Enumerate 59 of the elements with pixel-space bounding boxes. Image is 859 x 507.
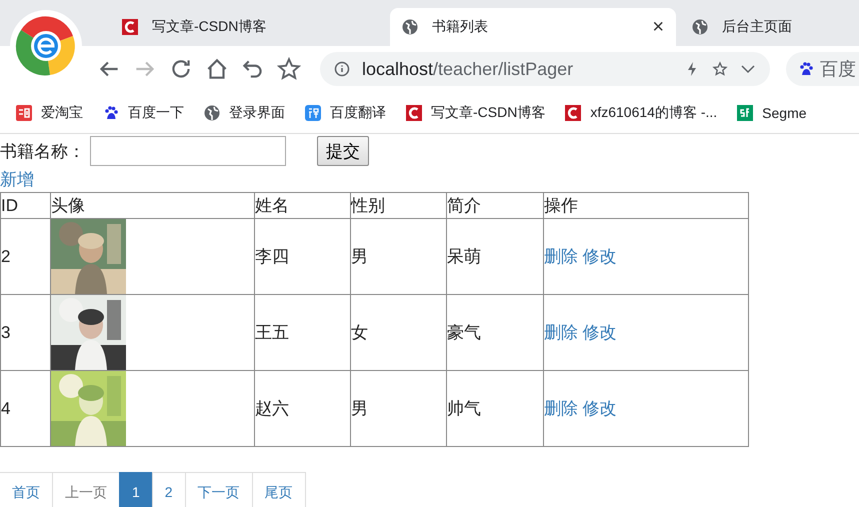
sf-logo-icon xyxy=(737,104,754,120)
field-label: 书籍名称： xyxy=(0,140,85,162)
search-box[interactable]: 百度 xyxy=(786,52,859,86)
globe-icon xyxy=(402,19,418,35)
star-icon[interactable] xyxy=(276,56,302,82)
table-cell: 呆萌 xyxy=(447,247,481,266)
c-logo-icon xyxy=(122,19,138,35)
column-header: 性别 xyxy=(351,196,385,215)
paw-icon xyxy=(798,61,814,77)
action-link[interactable]: 删除 xyxy=(544,323,578,342)
column-header: 简介 xyxy=(447,196,481,215)
table-cell: 李四 xyxy=(255,247,289,266)
paw-icon xyxy=(103,104,119,120)
bookmark[interactable]: 百度一下 xyxy=(103,104,184,122)
action-link[interactable]: 修改 xyxy=(582,323,617,342)
url-text: localhost/teacher/listPager xyxy=(362,58,574,80)
bookmark[interactable]: Segme xyxy=(737,104,807,120)
bookmark[interactable]: 登录界面 xyxy=(204,104,285,122)
table-cell: 帅气 xyxy=(447,399,481,418)
translate-icon xyxy=(305,104,321,120)
column-header: 操作 xyxy=(544,196,578,215)
table-cell: 3 xyxy=(1,322,10,342)
table-cell: 王五 xyxy=(255,323,289,342)
add-link[interactable]: 新增 xyxy=(0,168,34,192)
column-header: 姓名 xyxy=(255,196,289,215)
info-icon xyxy=(334,61,350,77)
submit-button[interactable]: 提交 xyxy=(317,136,369,166)
table-cell: 女 xyxy=(351,323,368,342)
column-header: ID xyxy=(1,196,18,214)
browser-tab[interactable]: 写文章-CSDN博客 xyxy=(110,8,386,46)
table-cell: 男 xyxy=(351,247,368,266)
input-field[interactable] xyxy=(90,136,286,166)
star-icon[interactable] xyxy=(712,61,728,77)
page-button[interactable]: 1 xyxy=(119,472,153,507)
action-link[interactable]: 修改 xyxy=(582,247,617,266)
page-button[interactable]: 尾页 xyxy=(252,472,306,507)
globe-icon xyxy=(204,104,220,120)
browser-tab[interactable]: 后台主页面 xyxy=(680,8,859,46)
bookmark[interactable]: 百度翻译 xyxy=(305,104,386,122)
address-bar[interactable]: localhost/teacher/listPager xyxy=(320,52,770,86)
action-link[interactable]: 删除 xyxy=(544,247,578,266)
table-cell: 男 xyxy=(351,399,368,418)
close-icon[interactable]: × xyxy=(652,16,664,38)
table-cell: 豪气 xyxy=(447,323,481,342)
globe-icon xyxy=(692,19,708,35)
page-button[interactable]: 2 xyxy=(152,472,186,507)
c-logo-icon xyxy=(565,104,582,120)
browser-tab[interactable]: 书籍列表 × xyxy=(390,8,676,46)
bookmark[interactable]: 爱淘宝 xyxy=(16,104,83,122)
taobao-icon xyxy=(16,104,32,120)
table-cell: 2 xyxy=(1,246,10,266)
table-cell: 4 xyxy=(1,398,10,418)
column-header: 头像 xyxy=(51,196,85,215)
bookmark[interactable]: xfz610614的博客 -... xyxy=(565,104,718,122)
bookmark[interactable]: 写文章-CSDN博客 xyxy=(406,104,546,122)
table-cell: 赵六 xyxy=(255,399,289,418)
action-link[interactable]: 删除 xyxy=(544,399,578,418)
action-link[interactable]: 修改 xyxy=(582,399,617,418)
c-logo-icon xyxy=(406,104,422,120)
